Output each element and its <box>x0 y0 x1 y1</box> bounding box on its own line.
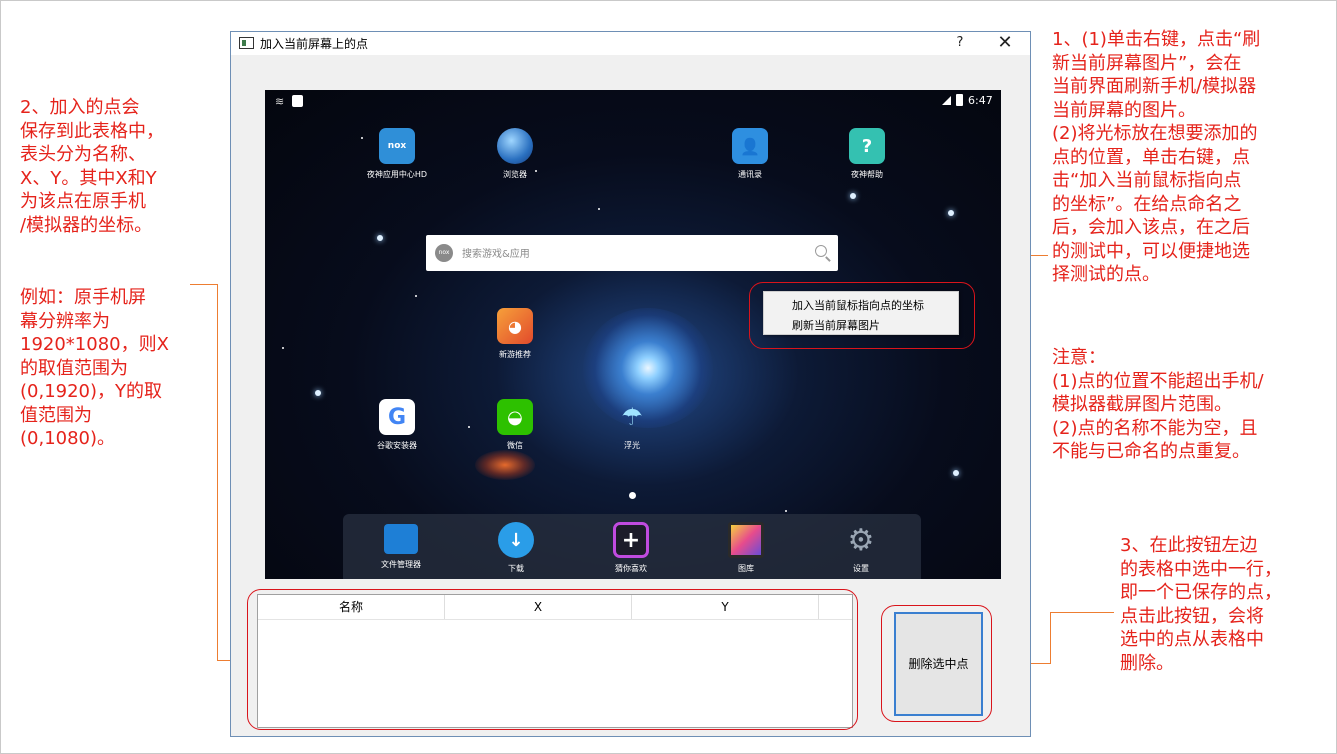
wifi-icon: ≋ <box>275 95 285 108</box>
app-label: 图库 <box>738 564 754 573</box>
battery-icon <box>956 94 963 106</box>
annotation-table-explanation: 2、加入的点会 保存到此表格中， 表头分为名称、 X、Y。其中X和Y 为该点在原… <box>20 97 164 236</box>
app-label: 通讯录 <box>738 170 762 179</box>
dock-settings[interactable]: ⚙ 设置 <box>816 522 906 574</box>
star <box>377 235 383 241</box>
dock-file-manager[interactable]: 文件管理器 <box>356 524 446 570</box>
app-nox-appcenter[interactable]: nox 夜神应用中心HD <box>352 128 442 180</box>
app-label: 新游推荐 <box>499 350 531 359</box>
app-new-games[interactable]: ◕ 新游推荐 <box>470 308 560 360</box>
app-wechat[interactable]: ◒ 微信 <box>470 399 560 451</box>
new-games-icon: ◕ <box>497 308 533 344</box>
wechat-icon: ◒ <box>497 399 533 435</box>
annotation-resolution-example: 例如：原手机屏 幕分辨率为 1920*1080，则X 的取值范围为 (0,192… <box>20 287 169 449</box>
highlight-points-table <box>247 589 858 730</box>
app-nox-help[interactable]: ? 夜神帮助 <box>822 128 912 180</box>
star <box>948 210 954 216</box>
status-time: 6:47 <box>968 94 993 107</box>
app-contacts[interactable]: 👤 通讯录 <box>705 128 795 180</box>
app-dock: 文件管理器 ↓ 下载 + 猜你喜欢 图库 ⚙ 设置 <box>343 514 921 579</box>
download-icon: ↓ <box>498 522 534 558</box>
app-label: 文件管理器 <box>381 560 421 569</box>
app-label: 夜神应用中心HD <box>366 170 428 179</box>
star <box>315 390 321 396</box>
notification-icon <box>292 95 303 107</box>
star <box>598 208 600 210</box>
app-label: 夜神帮助 <box>851 170 883 179</box>
dock-guess-you-like[interactable]: + 猜你喜欢 <box>586 522 676 574</box>
app-window-icon <box>239 37 254 49</box>
annotation-right-click-instructions: 1、(1)单击右键，点击“刷 新当前屏幕图片”，会在 当前界面刷新手机/模拟器 … <box>1052 29 1261 285</box>
star <box>850 193 856 199</box>
browser-globe-icon <box>497 128 533 164</box>
help-button[interactable]: ? <box>953 33 967 53</box>
callout-line-left-h1 <box>190 284 218 285</box>
android-status-bar: ≋ 6:47 <box>265 90 1001 114</box>
page-indicator <box>629 492 636 499</box>
annotation-notice: 注意： (1)点的位置不能超出手机/ 模拟器截屏图片范围。 (2)点的名称不能为… <box>1052 347 1264 462</box>
dialog-title: 加入当前屏幕上的点 <box>260 37 369 51</box>
star <box>282 347 284 349</box>
settings-gear-icon: ⚙ <box>847 522 875 558</box>
jellyfish-icon: ☂ <box>621 403 643 431</box>
app-label: 浏览器 <box>503 170 527 179</box>
app-google-installer[interactable]: G 谷歌安装器 <box>352 399 442 451</box>
close-button[interactable]: ✕ <box>993 32 1017 54</box>
search-bar[interactable]: nox 搜索游戏&应用 <box>426 235 838 271</box>
app-label: 浮光 <box>624 441 640 450</box>
dock-gallery[interactable]: 图库 <box>701 522 791 574</box>
star <box>785 510 787 512</box>
app-label: 设置 <box>853 564 869 573</box>
star <box>415 295 417 297</box>
highlight-context-menu <box>749 282 975 349</box>
callout-line-btn-h2 <box>1050 612 1114 613</box>
contacts-icon: 👤 <box>732 128 768 164</box>
gallery-icon <box>728 522 764 558</box>
nox-appcenter-icon: nox <box>379 128 415 164</box>
signal-icon <box>942 96 951 105</box>
dock-download[interactable]: ↓ 下载 <box>471 522 561 574</box>
callout-line-btn-v <box>1050 612 1051 664</box>
search-icon[interactable] <box>815 245 827 257</box>
highlight-delete-button <box>881 605 992 722</box>
app-label: 谷歌安装器 <box>377 441 417 450</box>
help-icon: ? <box>849 128 885 164</box>
app-fuguang[interactable]: ☂ 浮光 <box>587 399 677 451</box>
folder-icon <box>384 524 418 554</box>
app-label: 下载 <box>508 564 524 573</box>
plus-icon: + <box>613 522 649 558</box>
search-placeholder: 搜索游戏&应用 <box>462 249 530 260</box>
star <box>953 470 959 476</box>
annotation-delete-instructions: 3、在此按钮左边 的表格中选中一行， 即一个已保存的点， 点击此按钮，会将 选中… <box>1120 535 1282 674</box>
nebula-wallpaper <box>475 450 535 480</box>
app-browser[interactable]: 浏览器 <box>470 128 560 180</box>
google-installer-icon: G <box>379 399 415 435</box>
app-label: 猜你喜欢 <box>615 564 647 573</box>
callout-line-left-v <box>217 284 218 661</box>
dialog-titlebar: 加入当前屏幕上的点 ? ✕ <box>231 32 1030 55</box>
nox-logo-icon: nox <box>435 244 453 262</box>
app-label: 微信 <box>507 441 523 450</box>
